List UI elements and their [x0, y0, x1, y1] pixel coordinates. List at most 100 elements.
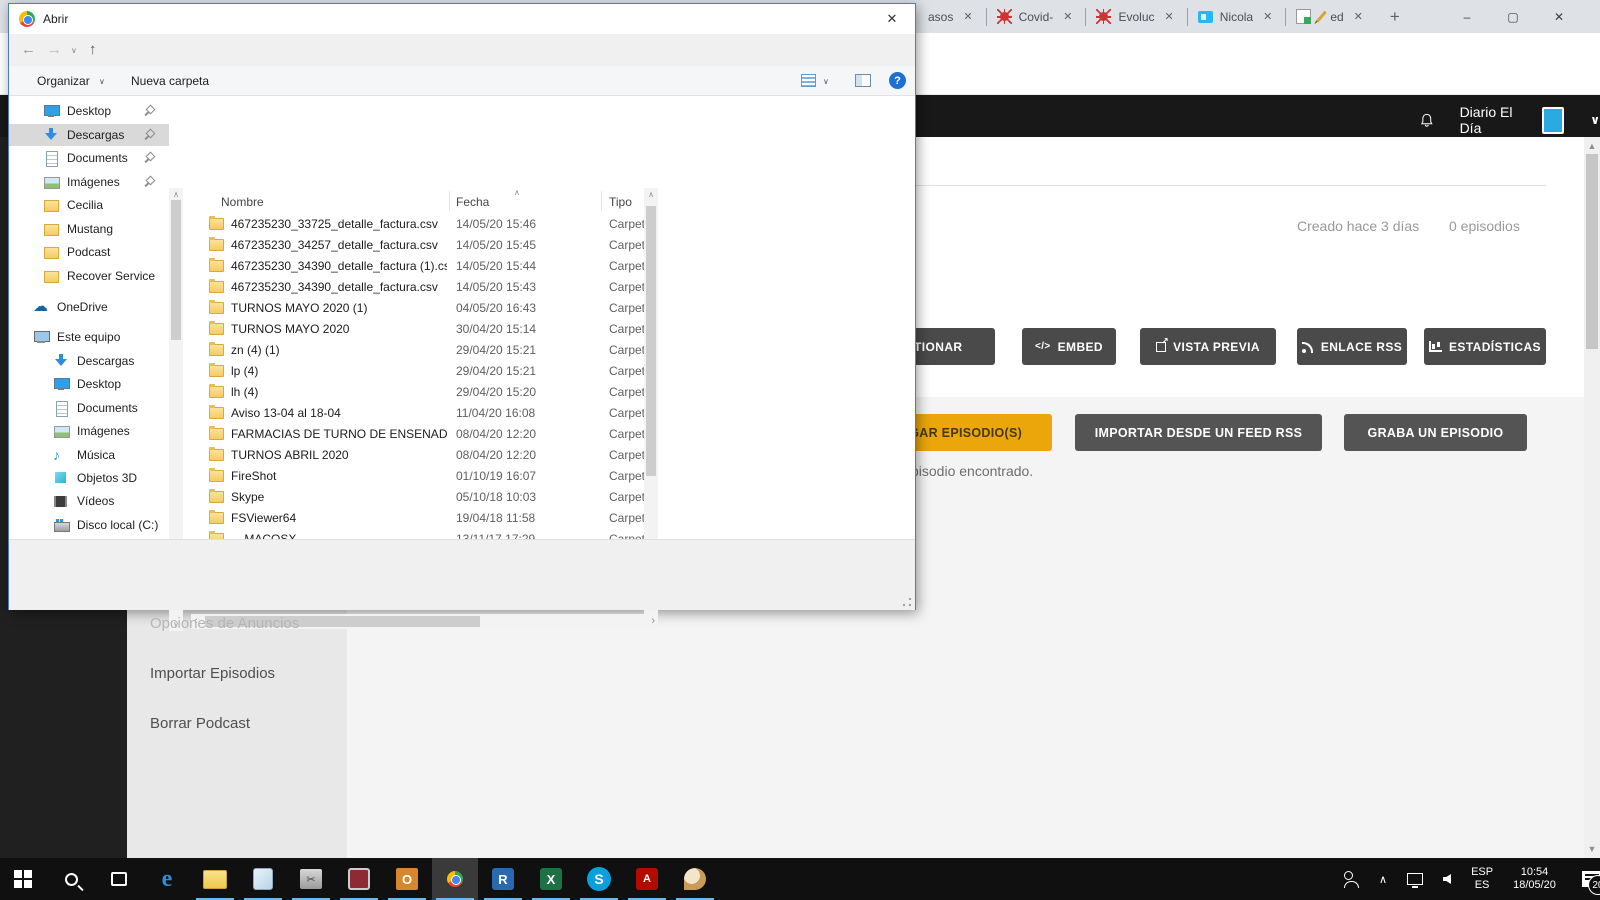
sidebar-item-imágenes[interactable]: Imágenes: [9, 420, 169, 442]
sidebar-item-this-pc[interactable]: Este equipo: [9, 326, 169, 348]
list-scroll-up-icon[interactable]: ∧: [644, 190, 658, 199]
file-row[interactable]: FSViewer6419/04/18 11:58Carpeta: [197, 508, 644, 529]
notifications-bell-icon[interactable]: [1420, 110, 1434, 131]
sidebar-item-música[interactable]: ♪Música: [9, 444, 169, 466]
sidebar-item-desktop[interactable]: Desktop: [9, 373, 169, 395]
vista-previa-button[interactable]: VISTA PREVIA: [1140, 328, 1276, 365]
page-sidebar-item[interactable]: Importar Episodios: [150, 665, 275, 682]
column-separator[interactable]: [601, 191, 602, 211]
back-icon[interactable]: ←: [21, 41, 36, 58]
taskbar-icon-chrome[interactable]: [432, 858, 478, 900]
hscroll-right-icon[interactable]: ›: [651, 615, 655, 627]
file-row[interactable]: 467235230_34390_detalle_factura.csv14/05…: [197, 277, 644, 298]
column-header-name[interactable]: Nombre: [221, 188, 264, 214]
taskbar-icon-excel[interactable]: X: [528, 858, 574, 900]
file-row[interactable]: FireShot01/10/19 16:07Carpeta: [197, 466, 644, 487]
show-hidden-icons[interactable]: ∧: [1379, 873, 1387, 886]
browser-tab[interactable]: Evoluc✕: [1086, 0, 1186, 33]
new-folder-button[interactable]: Nueva carpeta: [131, 74, 209, 88]
window-maximize-button[interactable]: ▢: [1490, 0, 1536, 33]
sidebar-item-descargas[interactable]: Descargas: [9, 124, 169, 146]
sidebar-item-vídeos[interactable]: Vídeos: [9, 490, 169, 512]
browser-tab[interactable]: Covid-✕: [987, 0, 1086, 33]
taskbar-icon-explorer[interactable]: [192, 858, 238, 900]
sidebar-item-documents[interactable]: Documents: [9, 147, 169, 169]
new-tab-button[interactable]: +: [1376, 7, 1414, 27]
taskbar-icon-edge[interactable]: e: [144, 858, 190, 900]
organize-chevron-icon[interactable]: ∨: [99, 77, 105, 86]
tab-close-icon[interactable]: ✕: [1351, 9, 1366, 24]
language-indicator[interactable]: ESP ES: [1471, 866, 1493, 892]
taskbar-icon-notepad[interactable]: [240, 858, 286, 900]
sidebar-item-descargas[interactable]: Descargas: [9, 350, 169, 372]
people-icon[interactable]: [1344, 871, 1359, 888]
preview-pane-icon[interactable]: [855, 74, 871, 87]
estadísticas-button[interactable]: ESTADÍSTICAS: [1424, 328, 1546, 365]
view-mode-chevron-icon[interactable]: ∨: [823, 77, 829, 86]
tree-scrollbar-thumb[interactable]: [171, 200, 181, 340]
page-scrollbar-thumb[interactable]: [1586, 154, 1598, 349]
file-row[interactable]: TURNOS MAYO 202030/04/20 15:14Carpeta: [197, 319, 644, 340]
page-sidebar-item[interactable]: Borrar Podcast: [150, 715, 250, 732]
tab-close-icon[interactable]: ✕: [960, 9, 975, 24]
taskbar-icon-outlook[interactable]: O: [384, 858, 430, 900]
page-sidebar-item[interactable]: Opciones de Anuncios: [150, 615, 299, 632]
browser-tab[interactable]: Nicola✕: [1188, 0, 1286, 33]
file-row[interactable]: 467235230_34257_detalle_factura.csv14/05…: [197, 235, 644, 256]
help-icon[interactable]: ?: [889, 72, 906, 89]
dialog-title-bar[interactable]: Abrir ✕: [9, 4, 915, 34]
taskbar-icon-remote-desktop[interactable]: R: [480, 858, 526, 900]
upload-action-button[interactable]: GRABA UN EPISODIO: [1344, 414, 1527, 451]
taskbar-icon-photos[interactable]: [336, 858, 382, 900]
dialog-close-icon[interactable]: ✕: [869, 4, 915, 33]
action-center-icon[interactable]: 20: [1582, 871, 1600, 887]
forward-icon[interactable]: →: [47, 41, 62, 58]
file-row[interactable]: TURNOS ABRIL 202008/04/20 12:20Carpeta: [197, 445, 644, 466]
file-row[interactable]: Skype05/10/18 10:03Carpeta: [197, 487, 644, 508]
site-logo[interactable]: [1542, 107, 1565, 134]
view-mode-icon[interactable]: [801, 74, 816, 87]
taskbar-icon-snipping-tool[interactable]: ✂: [288, 858, 334, 900]
file-row[interactable]: 467235230_33725_detalle_factura.csv14/05…: [197, 214, 644, 235]
sidebar-item-objetos-3d[interactable]: Objetos 3D: [9, 467, 169, 489]
file-row[interactable]: 467235230_34390_detalle_factura (1).csv1…: [197, 256, 644, 277]
window-minimize-button[interactable]: –: [1444, 0, 1490, 33]
column-header-date[interactable]: Fecha: [456, 188, 489, 214]
volume-icon[interactable]: [1443, 874, 1451, 884]
taskbar-icon-search[interactable]: [48, 858, 94, 900]
tree-scroll-up-icon[interactable]: ∧: [169, 190, 183, 199]
tab-close-icon[interactable]: ✕: [1260, 9, 1275, 24]
sidebar-item-imágenes[interactable]: Imágenes: [9, 171, 169, 193]
file-row[interactable]: lh (4)29/04/20 15:20Carpeta: [197, 382, 644, 403]
resize-grip[interactable]: [902, 597, 912, 607]
file-row[interactable]: FARMACIAS DE TURNO DE ENSENADA...08/04/2…: [197, 424, 644, 445]
file-row[interactable]: TURNOS MAYO 2020 (1)04/05/20 16:43Carpet…: [197, 298, 644, 319]
sidebar-item-mustang[interactable]: Mustang: [9, 218, 169, 240]
file-row[interactable]: zn (4) (1)29/04/20 15:21Carpeta: [197, 340, 644, 361]
embed-button[interactable]: </>EMBED: [1022, 328, 1116, 365]
taskbar-icon-skype[interactable]: S: [576, 858, 622, 900]
account-chevron-down-icon[interactable]: ∨: [1590, 113, 1600, 127]
file-list-scrollbar-thumb[interactable]: [646, 206, 656, 476]
sidebar-item-desktop[interactable]: Desktop: [9, 100, 169, 122]
taskbar-icon-acrobat[interactable]: A: [624, 858, 670, 900]
network-icon[interactable]: [1407, 873, 1423, 885]
sidebar-item-documents[interactable]: Documents: [9, 397, 169, 419]
up-icon[interactable]: ↑: [89, 41, 97, 58]
tab-close-icon[interactable]: ✕: [1060, 9, 1075, 24]
clock[interactable]: 10:54 18/05/20: [1513, 866, 1556, 892]
scroll-up-icon[interactable]: ▲: [1584, 141, 1600, 151]
sidebar-item-podcast[interactable]: Podcast: [9, 241, 169, 263]
taskbar-icon-start[interactable]: [0, 858, 46, 900]
tab-close-icon[interactable]: ✕: [1162, 9, 1177, 24]
sidebar-item-disco-local-c-[interactable]: Disco local (C:): [9, 514, 169, 536]
scroll-down-icon[interactable]: ▼: [1584, 844, 1600, 854]
sidebar-item-onedrive[interactable]: ☁OneDrive: [9, 296, 169, 318]
column-header-type[interactable]: Tipo: [609, 188, 632, 214]
sidebar-item-cecilia[interactable]: Cecilia: [9, 194, 169, 216]
upload-action-button[interactable]: IMPORTAR DESDE UN FEED RSS: [1075, 414, 1322, 451]
history-chevron-icon[interactable]: ∨: [71, 46, 77, 55]
enlace-rss-button[interactable]: ENLACE RSS: [1297, 328, 1407, 365]
window-close-button[interactable]: ✕: [1536, 0, 1582, 33]
file-row[interactable]: Aviso 13-04 al 18-0411/04/20 16:08Carpet…: [197, 403, 644, 424]
